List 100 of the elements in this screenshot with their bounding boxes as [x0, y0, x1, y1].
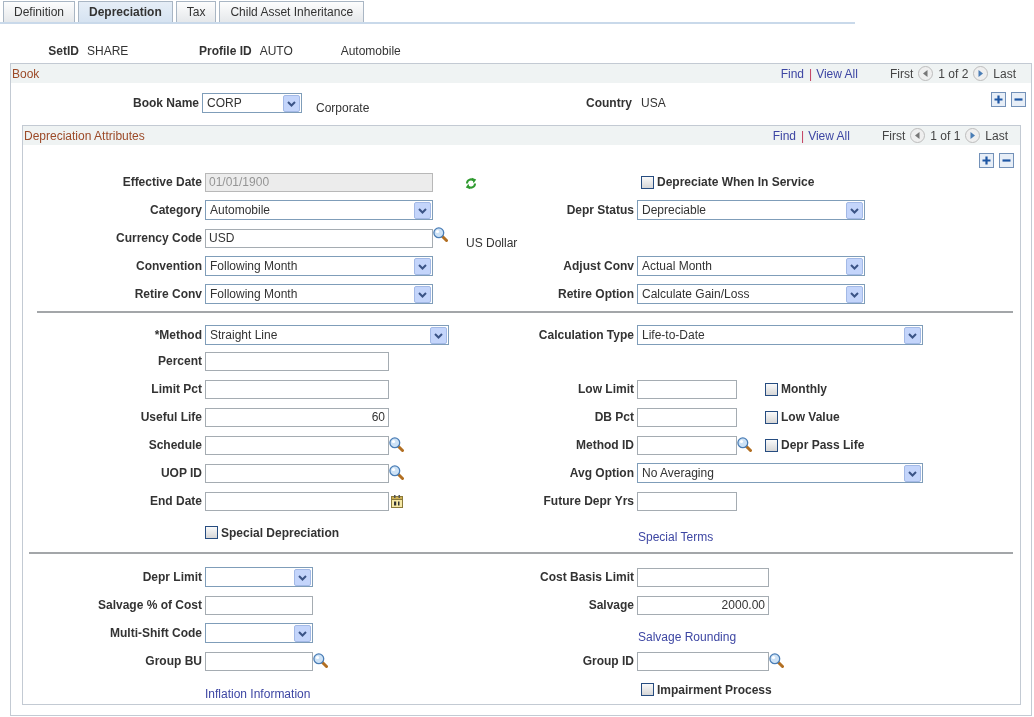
checkbox[interactable] — [641, 683, 654, 696]
checkbox[interactable] — [765, 382, 778, 396]
tab[interactable]: Tax — [175, 1, 217, 22]
input-field[interactable] — [205, 595, 313, 615]
input-field[interactable] — [205, 435, 389, 455]
input-field[interactable]: USD — [205, 228, 433, 248]
first-link[interactable]: First — [889, 66, 914, 81]
description-text: Corporate — [316, 101, 370, 115]
view-all-link[interactable]: View All — [808, 128, 850, 143]
last-link[interactable]: Last — [985, 128, 1008, 143]
search-icon[interactable] — [389, 436, 404, 452]
dropdown[interactable]: Straight Line — [205, 325, 449, 345]
tab[interactable]: Definition — [3, 1, 76, 22]
field-label: Currency Code — [115, 231, 202, 245]
plus-icon[interactable] — [979, 153, 994, 168]
input-field[interactable] — [637, 407, 737, 427]
first-link[interactable]: First — [881, 128, 906, 143]
field-label: Low Limit — [578, 382, 634, 396]
search-icon[interactable] — [313, 652, 328, 668]
dropdown[interactable]: Actual Month — [637, 256, 865, 276]
input-field[interactable]: 60 — [205, 407, 389, 427]
checkbox-label: Monthly — [781, 382, 827, 396]
input-field[interactable] — [637, 651, 769, 671]
checkbox-label: Low Value — [781, 410, 840, 424]
field-label: Salvage — [588, 598, 634, 612]
field-label: Group ID — [582, 654, 634, 668]
field-label: Percent — [157, 354, 202, 368]
dropdown[interactable]: Following Month — [205, 284, 433, 304]
input-field[interactable] — [637, 435, 737, 455]
search-icon[interactable] — [389, 464, 404, 480]
link[interactable]: Salvage Rounding — [638, 630, 737, 644]
field-label: Schedule — [148, 438, 202, 452]
checkbox[interactable] — [205, 526, 218, 539]
input-field[interactable] — [637, 379, 737, 399]
chevron-down-icon — [846, 201, 863, 219]
field-label: Calculation Type — [538, 328, 634, 342]
field-label: DB Pct — [594, 410, 634, 424]
search-icon[interactable] — [737, 436, 752, 452]
page-position-text: 1 of 1 — [930, 128, 961, 143]
field-value: USA — [641, 96, 666, 110]
dropdown[interactable]: No Averaging — [637, 463, 923, 483]
dropdown[interactable]: Depreciable — [637, 200, 865, 220]
minus-icon[interactable] — [1011, 92, 1026, 107]
input-field[interactable] — [205, 651, 313, 671]
field-label: Effective Date — [122, 175, 202, 189]
field-label: Retire Option — [558, 287, 634, 301]
find-link[interactable]: Find — [772, 128, 796, 143]
field-label: Convention — [136, 259, 202, 273]
chevron-down-icon — [846, 257, 863, 275]
field-value: AUTO — [259, 44, 293, 58]
tab[interactable]: Child Asset Inheritance — [219, 1, 365, 22]
last-link[interactable]: Last — [993, 66, 1016, 81]
dropdown[interactable] — [205, 623, 313, 643]
field-label: Depr Limit — [142, 570, 202, 584]
field-label: Useful Life — [140, 410, 202, 424]
dropdown[interactable]: Following Month — [205, 256, 433, 276]
input-field[interactable] — [637, 567, 769, 587]
input-field[interactable] — [205, 463, 389, 483]
dropdown[interactable]: CORP — [202, 93, 302, 113]
field-label: Avg Option — [569, 466, 634, 480]
chevron-down-icon — [294, 624, 311, 642]
chevron-down-icon — [294, 568, 311, 586]
dropdown[interactable]: Life-to-Date — [637, 325, 923, 345]
dropdown[interactable]: Calculate Gain/Loss — [637, 284, 865, 304]
description-text: Automobile — [340, 44, 401, 58]
field-label: Multi-Shift Code — [110, 626, 202, 640]
separator-text: | — [801, 128, 805, 143]
search-icon[interactable] — [769, 652, 784, 668]
link[interactable]: Special Terms — [638, 529, 714, 544]
plus-icon[interactable] — [991, 92, 1006, 107]
input-field[interactable] — [205, 351, 389, 371]
checkbox[interactable] — [765, 410, 778, 424]
group-title: Depreciation Attributes — [24, 128, 145, 143]
search-icon[interactable] — [433, 227, 448, 242]
field-label: Country — [586, 96, 632, 110]
find-link[interactable]: Find — [780, 66, 804, 81]
checkbox-label: Depreciate When In Service — [657, 175, 815, 189]
field-label: Depr Status — [566, 203, 634, 217]
chevron-down-icon — [430, 326, 447, 344]
field-label: Profile ID — [199, 44, 252, 58]
separator-text: | — [809, 66, 813, 81]
group-title: Book — [12, 66, 40, 81]
minus-icon[interactable] — [999, 153, 1014, 168]
field-label: End Date — [150, 494, 202, 508]
calendar-icon[interactable] — [391, 494, 403, 508]
checkbox[interactable] — [641, 175, 654, 189]
link[interactable]: Inflation Information — [205, 686, 311, 701]
field-label: UOP ID — [160, 466, 202, 480]
view-all-link[interactable]: View All — [816, 66, 858, 81]
field-label: SetID — [48, 44, 79, 58]
input-field[interactable] — [637, 491, 737, 511]
input-field[interactable]: 2000.00 — [637, 595, 769, 615]
input-field[interactable] — [205, 379, 389, 399]
checkbox[interactable] — [765, 438, 778, 452]
dropdown[interactable]: Automobile — [205, 200, 433, 220]
tab[interactable]: Depreciation — [78, 1, 173, 22]
dropdown[interactable] — [205, 567, 313, 587]
chevron-down-icon — [904, 464, 921, 482]
date-field[interactable] — [205, 491, 389, 511]
chevron-down-icon — [414, 285, 431, 303]
